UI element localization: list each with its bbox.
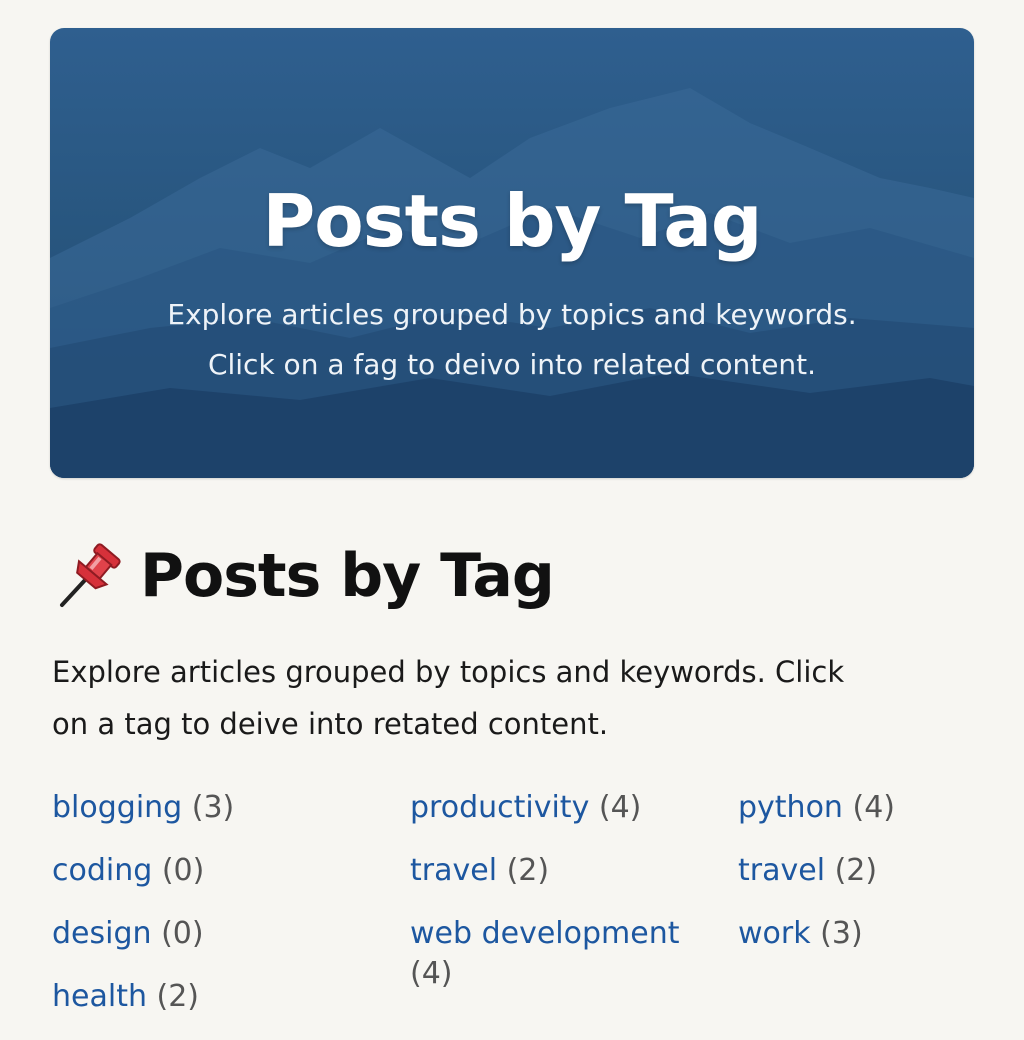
- tag-count: (0): [161, 916, 204, 951]
- tag-count: (2): [834, 853, 878, 888]
- tag-link-work[interactable]: work: [738, 916, 811, 951]
- page-heading: Posts by Tag: [52, 534, 555, 618]
- hero-banner: Posts by Tag Explore articles grouped by…: [50, 28, 974, 478]
- tag-column-1: blogging (3) coding (0) design (0) healt…: [52, 788, 382, 1040]
- tag-column-2: productivity (4) travel (2) web developm…: [410, 788, 710, 1017]
- hero-subtitle-line-2: Click on a fag to deivo into related con…: [207, 348, 817, 381]
- tag-item: python (4): [738, 788, 998, 828]
- hero-title: Posts by Tag: [262, 179, 763, 263]
- tag-link-blogging[interactable]: blogging: [52, 790, 182, 825]
- tag-link-productivity[interactable]: productivity: [410, 790, 589, 825]
- tag-item: coding (0): [52, 851, 382, 891]
- tag-count: (3): [820, 916, 863, 951]
- intro-line-2: on a tag to deive into retated content.: [52, 707, 609, 741]
- tag-item: travel (2): [410, 851, 710, 891]
- tag-link-web-development[interactable]: web development: [410, 916, 679, 951]
- tag-link-design[interactable]: design: [52, 916, 152, 951]
- hero-subtitle-line-1: Explore articles grouped by topics and k…: [167, 298, 857, 331]
- tag-link-python[interactable]: python: [738, 790, 843, 825]
- tag-link-coding[interactable]: coding: [52, 853, 152, 888]
- tag-count: (4): [410, 956, 453, 991]
- page-title: Posts by Tag: [140, 541, 555, 611]
- tag-item: design (0): [52, 914, 382, 954]
- tag-item: web development (4): [410, 914, 710, 994]
- tag-link-health[interactable]: health: [52, 979, 147, 1014]
- tag-item: blogging (3): [52, 788, 382, 828]
- tag-count: (4): [598, 790, 642, 825]
- tag-link-travel[interactable]: travel: [738, 853, 825, 888]
- tag-count: (0): [161, 853, 205, 888]
- tag-link-travel[interactable]: travel: [410, 853, 497, 888]
- tag-count: (2): [506, 853, 550, 888]
- intro-line-1: Explore articles grouped by topics and k…: [52, 655, 845, 689]
- tag-item: travel (2): [738, 851, 998, 891]
- tag-count: (3): [191, 790, 235, 825]
- intro-text: Explore articles grouped by topics and k…: [52, 646, 972, 750]
- tag-column-3: python (4) travel (2) work (3): [738, 788, 998, 977]
- tag-item: productivity (4): [410, 788, 710, 828]
- pushpin-icon: [60, 543, 121, 607]
- hero-subtitle: Explore articles grouped by topics and k…: [50, 290, 974, 390]
- tag-count: (2): [156, 979, 200, 1014]
- tag-count: (4): [852, 790, 896, 825]
- tag-item: health (2): [52, 977, 382, 1017]
- tag-item: work (3): [738, 914, 998, 954]
